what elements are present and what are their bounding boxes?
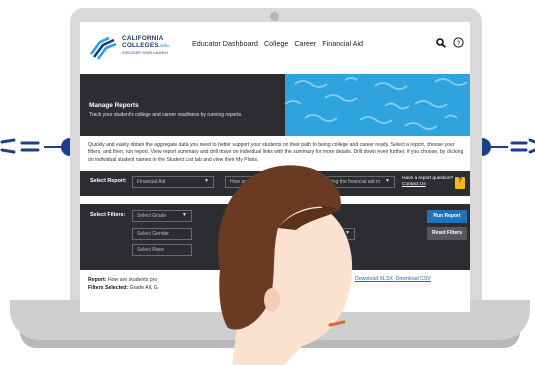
run-report-button[interactable]: Run Report [427,210,467,223]
summary-report-text: How are students pro [107,277,158,283]
logo-tagline: DISCOVER YOUR LAUNCH [122,50,168,55]
nav-financial-aid[interactable]: Financial Aid [322,39,363,48]
download-csv-link[interactable]: Download CSV [396,276,431,282]
nav-college[interactable]: College [264,39,288,48]
chevron-down-icon: ▼ [385,178,390,184]
summary-report-label: Report: [88,277,107,283]
summary-filters-text: Grade All, G [129,285,158,292]
page-title: Manage Reports [89,102,139,109]
help-circle-icon[interactable]: ? [453,37,464,48]
webcam-icon [270,12,279,21]
reset-filters-button[interactable]: Reset Filters [427,227,467,240]
logo-line-2: COLLEGES [122,42,159,50]
nav-career[interactable]: Career [294,39,316,48]
help-badge[interactable]: ? [455,177,465,189]
select-report-label: Select Report: [90,178,127,184]
grade-filter-placeholder: Select Grade [137,213,167,219]
site-header: CALIFORNIA COLLEGES.edu DISCOVER YOUR LA… [80,22,470,72]
nav-educator-dashboard[interactable]: Educator Dashboard [192,39,258,48]
report-help: Have a report question? Contact Us [402,176,453,188]
gender-filter-placeholder: Select Gender [137,231,169,237]
svg-text:?: ? [457,40,461,47]
logo-mark-icon [89,36,117,60]
summary-filters-label: Filters Selected: [88,285,129,292]
report-dropdown-value: Financial Aid [137,179,166,185]
page-subtitle: Track your student's college and career … [89,112,243,118]
banner-pattern [285,74,470,136]
main-nav: Educator Dashboard College Career Financ… [192,39,363,48]
person-illustration [217,165,353,365]
search-icon[interactable] [436,38,446,48]
contact-us-link[interactable]: Contact Us [402,182,453,188]
site-logo[interactable]: CALIFORNIA COLLEGES.edu DISCOVER YOUR LA… [88,32,169,60]
logo-suffix: .edu [158,43,170,49]
race-filter-placeholder: Select Race [137,247,164,253]
select-filters-label: Select Filters: [90,212,126,218]
manage-reports-banner: Manage Reports Track your student's coll… [80,74,470,136]
report-help-text: Have a report question? [402,176,454,181]
